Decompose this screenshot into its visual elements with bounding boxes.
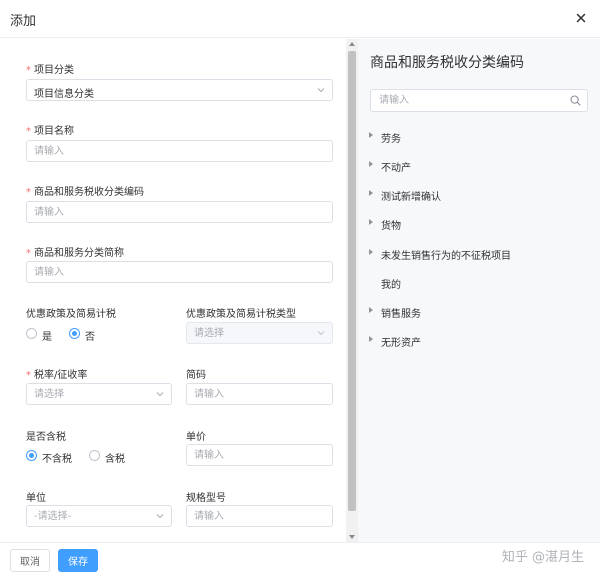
scroll-down-arrow-icon[interactable] [349,535,355,539]
chevron-down-icon [317,331,325,336]
search-icon[interactable] [570,95,581,106]
panel-search[interactable] [370,89,588,112]
category-short-label: * 商品和服务分类简称 [26,244,124,259]
unit-select[interactable] [26,505,172,527]
caret-right-icon[interactable] [369,219,373,225]
short-code-label: 简码 [186,370,206,381]
required-mark: * [26,187,31,198]
tax-code-field[interactable] [26,201,333,223]
caret-right-icon[interactable] [369,307,373,313]
chevron-down-icon [317,88,325,93]
radio-circle [26,328,37,339]
panel-search-input[interactable] [371,90,561,111]
tree-item-intangible[interactable]: 无形资产 [358,330,600,350]
unit-label: 单位 [26,493,46,504]
dialog-header: 添加 [0,0,600,38]
tax-code-input[interactable] [27,202,332,222]
tree-item-label: 劳务 [381,134,401,145]
caret-right-icon[interactable] [369,336,373,342]
tax-excluded-radio[interactable]: 不含税 [26,449,76,465]
caret-right-icon[interactable] [369,249,373,255]
preferential-no-radio[interactable]: 否 [69,327,101,343]
tax-rate-input[interactable] [27,384,151,404]
preferential-type-select[interactable] [186,322,333,344]
tree-item-labor[interactable]: 劳务 [358,126,600,146]
unit-input[interactable] [27,506,151,526]
project-category-label: * 项目分类 [26,61,74,76]
tax-included-radio-label: 含税 [105,454,125,465]
project-category-label-text: 项目分类 [34,65,74,76]
short-code-input[interactable] [187,384,332,404]
preferential-type-input[interactable] [187,323,312,343]
spec-model-input[interactable] [187,506,332,526]
tax-rate-label-text: 税率/征收率 [34,370,88,381]
preferential-no-label: 否 [85,332,95,343]
tax-rate-select[interactable] [26,383,172,405]
project-name-input[interactable] [27,141,332,161]
tree-item-label: 无形资产 [381,338,421,349]
cancel-button[interactable]: 取消 [10,549,50,572]
required-mark: * [26,126,31,137]
tax-code-label: * 商品和服务税收分类编码 [26,183,144,198]
project-category-value: 项目信息分类 [34,89,94,100]
required-mark: * [26,248,31,259]
project-name-label-text: 项目名称 [34,126,74,137]
unit-price-field[interactable] [186,444,333,466]
tree-item-label: 货物 [381,221,401,232]
tax-rate-label: * 税率/征收率 [26,366,87,381]
project-name-label: * 项目名称 [26,122,74,137]
caret-right-icon[interactable] [369,190,373,196]
tax-code-panel: 商品和服务税收分类编码 劳务 不动产 测试新增确认 货物 未发生销售行为的不征税… [358,39,600,542]
short-code-field[interactable] [186,383,333,405]
tree-item-label: 不动产 [381,163,411,174]
chevron-down-icon [156,514,164,519]
form-panel: *项目分类 项目信息分类 *项目名称 *商品和服务税收分类编码 *商品和服务分类… [0,39,346,542]
preferential-yes-label: 是 [42,332,52,343]
caret-right-icon[interactable] [369,161,373,167]
close-icon[interactable] [574,11,588,25]
radio-circle [89,450,100,461]
required-mark: * [26,65,31,76]
tree-item-label: 我的 [381,280,401,291]
scrollbar-thumb[interactable] [348,51,356,511]
preferential-yes-radio[interactable]: 是 [26,327,58,343]
tree-item-label: 未发生销售行为的不征税项目 [381,251,511,262]
tax-code-label-text: 商品和服务税收分类编码 [34,187,144,198]
tree-item-test-confirm[interactable]: 测试新增确认 [358,184,600,204]
scroll-up-arrow-icon[interactable] [349,42,355,46]
required-mark: * [26,370,31,381]
tree-item-real-estate[interactable]: 不动产 [358,155,600,175]
tree-item-label: 销售服务 [381,309,421,320]
dialog-title: 添加 [10,14,37,29]
tax-included-radio[interactable]: 含税 [89,449,131,465]
category-short-input[interactable] [27,262,332,282]
tree-item-goods[interactable]: 货物 [358,213,600,233]
spec-model-field[interactable] [186,505,333,527]
tree-item-sales-service[interactable]: 销售服务 [358,301,600,321]
tree-item-non-taxable[interactable]: 未发生销售行为的不征税项目 [358,243,600,263]
form-scrollbar[interactable] [346,39,358,542]
spec-model-label: 规格型号 [186,493,226,504]
project-name-field[interactable] [26,140,333,162]
unit-price-label: 单价 [186,432,206,443]
category-short-field[interactable] [26,261,333,283]
project-category-select[interactable]: 项目信息分类 [26,79,333,101]
tax-included-label: 是否含税 [26,432,66,443]
preferential-type-label: 优惠政策及简易计税类型 [186,309,296,320]
radio-circle [69,328,80,339]
chevron-down-icon [156,392,164,397]
panel-title: 商品和服务税收分类编码 [370,55,524,71]
save-button[interactable]: 保存 [58,549,98,572]
category-short-label-text: 商品和服务分类简称 [34,248,124,259]
preferential-policy-label: 优惠政策及简易计税 [26,309,116,320]
caret-right-icon[interactable] [369,132,373,138]
radio-circle [26,450,37,461]
unit-price-input[interactable] [187,445,332,465]
watermark: 知乎 @湛月生 [501,550,584,565]
tax-excluded-label: 不含税 [42,454,72,465]
tree-item-mine[interactable]: 我的 [358,272,600,292]
tree-item-label: 测试新增确认 [381,192,441,203]
